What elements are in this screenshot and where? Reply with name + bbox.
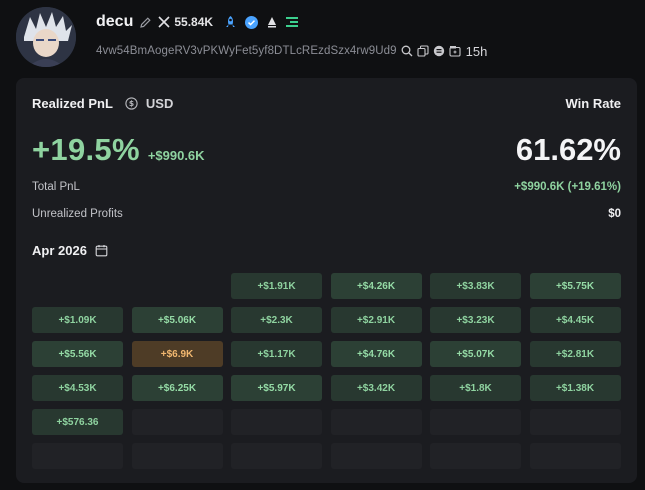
- month-selector[interactable]: Apr 2026: [32, 243, 108, 258]
- calendar-day[interactable]: +$4.53K: [32, 375, 123, 401]
- calendar-day[interactable]: +$1.17K: [231, 341, 322, 367]
- calendar-icon[interactable]: [95, 244, 108, 257]
- follower-count: 55.84K: [174, 15, 214, 29]
- calendar-day[interactable]: +$5.75K: [529, 273, 621, 299]
- svg-text:$: $: [129, 99, 134, 108]
- wallet-age: 15h: [465, 43, 488, 59]
- calendar-day-empty: [529, 443, 621, 469]
- currency-label[interactable]: USD: [146, 96, 173, 111]
- pnl-card: Realized PnL $ USD Win Rate +19.5% +$990…: [16, 78, 637, 483]
- calendar-day[interactable]: +$3.42K: [330, 375, 422, 401]
- realized-pnl-percent: +19.5%: [32, 132, 140, 167]
- profile-header: decu 55.84K: [96, 12, 299, 32]
- edit-icon[interactable]: [139, 16, 152, 29]
- calendar-day[interactable]: +$2.91K: [330, 307, 422, 333]
- realized-pnl-values: +19.5% +$990.6K: [32, 132, 205, 168]
- avatar-image: [16, 7, 76, 67]
- calendar-day[interactable]: +$5.56K: [32, 341, 123, 367]
- calendar-day-empty: [32, 443, 123, 469]
- calendar-day[interactable]: +$1.38K: [529, 375, 621, 401]
- total-pnl-label: Total PnL: [32, 181, 80, 193]
- avatar[interactable]: [16, 7, 76, 67]
- calendar-day-empty: [430, 443, 521, 469]
- calendar-day[interactable]: +$2.81K: [529, 341, 621, 367]
- wallet-address: 4vw54BmAogeRV3vPKWyFet5yf8DTLcREzdSzx4rw…: [96, 45, 397, 57]
- address-row: 4vw54BmAogeRV3vPKWyFet5yf8DTLcREzdSzx4rw…: [96, 42, 487, 60]
- calendar-day[interactable]: +$4.26K: [330, 273, 422, 299]
- unrealized-profits-value: $0: [608, 208, 621, 220]
- calendar-day-empty: [430, 409, 521, 435]
- calendar-day[interactable]: +$6.25K: [131, 375, 223, 401]
- calendar-day[interactable]: +$576.36: [32, 409, 123, 435]
- x-logo-icon[interactable]: [158, 16, 170, 28]
- month-label: Apr 2026: [32, 243, 87, 258]
- calendar-day-empty: [330, 443, 422, 469]
- calendar-day-empty: [330, 409, 422, 435]
- user-icon[interactable]: [265, 15, 279, 29]
- calendar-day[interactable]: +$1.09K: [32, 307, 123, 333]
- search-icon[interactable]: [401, 45, 413, 57]
- calendar-day[interactable]: +$4.45K: [529, 307, 621, 333]
- wallet-age-icon: [449, 45, 461, 57]
- calendar-day-empty: [131, 443, 223, 469]
- calendar-day[interactable]: +$2.3K: [231, 307, 322, 333]
- calendar-day-empty: [131, 409, 223, 435]
- copy-icon[interactable]: [417, 45, 429, 57]
- rocket-icon[interactable]: [223, 15, 238, 30]
- calendar-day[interactable]: +$6.9K: [131, 341, 223, 367]
- calendar-day-empty: [231, 443, 322, 469]
- menu-lines-icon[interactable]: [285, 15, 299, 29]
- calendar-day[interactable]: +$5.07K: [430, 341, 521, 367]
- calendar-day-empty: [529, 409, 621, 435]
- calendar-day[interactable]: +$1.91K: [231, 273, 322, 299]
- unrealized-profits-label: Unrealized Profits: [32, 208, 123, 220]
- calendar-day[interactable]: +$4.76K: [330, 341, 422, 367]
- win-rate-label: Win Rate: [565, 96, 622, 111]
- win-rate-value: 61.62%: [515, 132, 621, 167]
- total-pnl-value: +$990.6K (+19.61%): [514, 181, 621, 193]
- calendar-day[interactable]: +$1.8K: [430, 375, 521, 401]
- calendar-day-empty: [231, 409, 322, 435]
- calendar-day[interactable]: +$3.83K: [430, 273, 521, 299]
- currency-toggle-icon[interactable]: $: [125, 97, 138, 110]
- wallet-name: decu: [96, 13, 134, 30]
- calendar-day[interactable]: +$3.23K: [430, 307, 521, 333]
- calendar-day[interactable]: +$5.97K: [231, 375, 322, 401]
- calendar-day[interactable]: +$5.06K: [131, 307, 223, 333]
- verified-badge-icon: [244, 15, 259, 30]
- coin-icon[interactable]: [433, 45, 445, 57]
- realized-pnl-header: Realized PnL $ USD: [32, 96, 173, 111]
- realized-pnl-usd: +$990.6K: [147, 148, 205, 163]
- realized-pnl-label: Realized PnL: [32, 96, 113, 111]
